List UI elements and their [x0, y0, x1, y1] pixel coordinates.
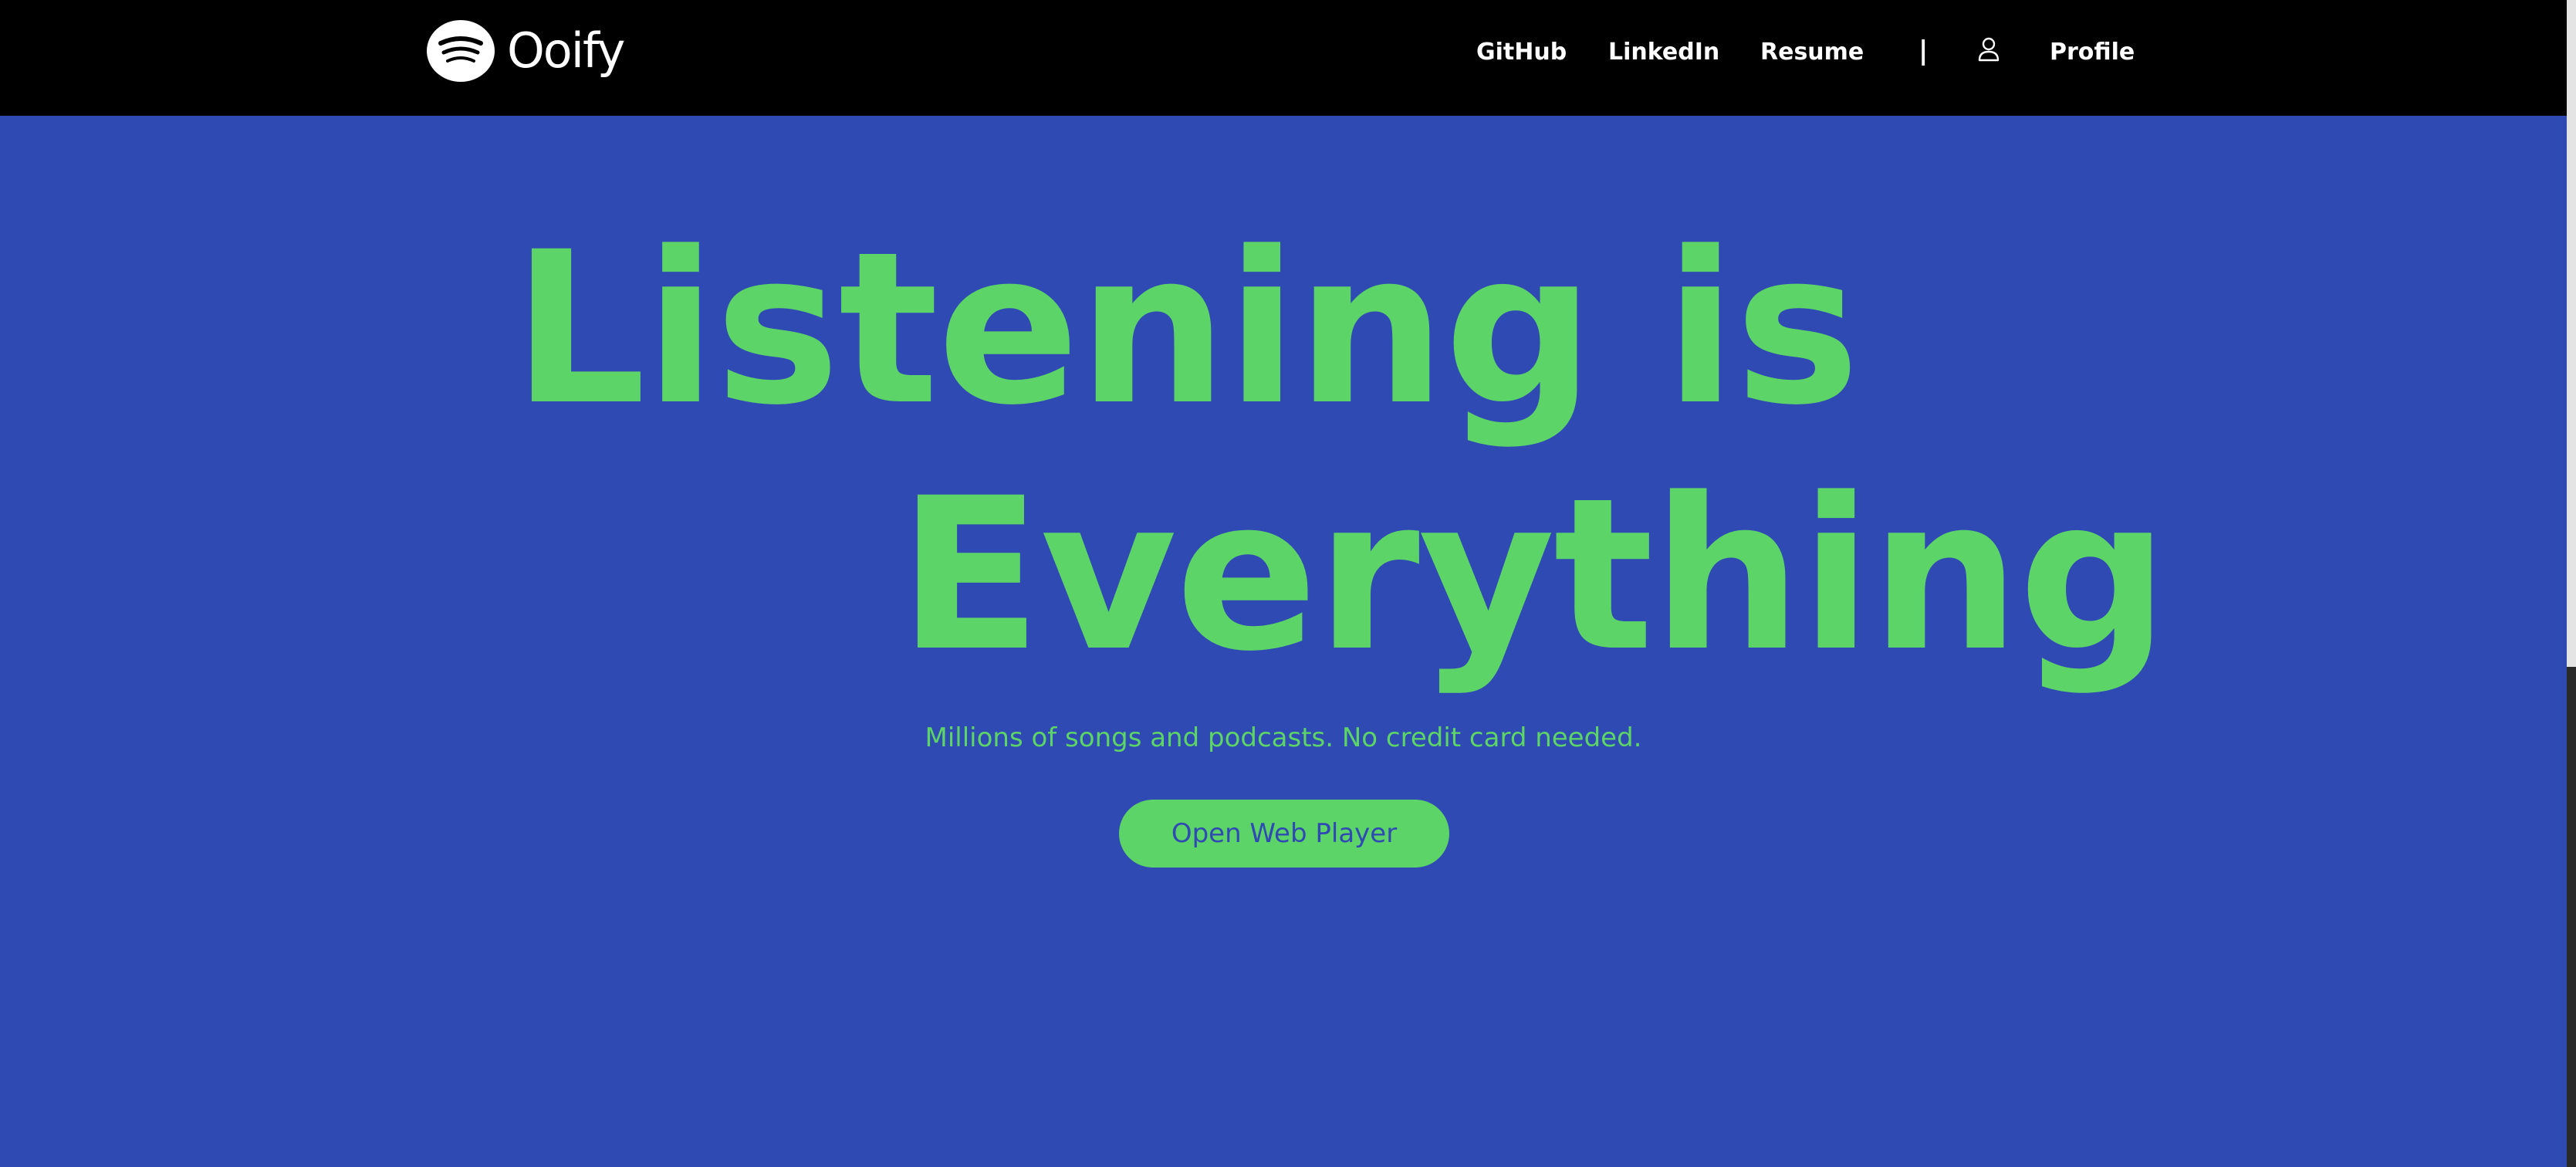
hero-headline-line1: Listening is	[512, 208, 1860, 452]
scrollbar-track[interactable]	[2567, 667, 2576, 1167]
scrollbar-thumb[interactable]	[2567, 0, 2576, 667]
ooify-logo-icon	[427, 20, 495, 82]
open-web-player-button[interactable]: Open Web Player	[1119, 800, 1449, 868]
nav-link-linkedin[interactable]: LinkedIn	[1608, 36, 1719, 69]
brand-home-link[interactable]: Ooify	[427, 20, 625, 82]
nav-link-profile[interactable]: Profile	[2050, 36, 2135, 69]
landing-page: Ooify GitHub LinkedIn Resume | Profile L…	[0, 0, 2576, 1167]
hero-headline-line2: Everything	[898, 454, 2169, 698]
user-icon[interactable]	[1977, 37, 2000, 62]
nav-link-github[interactable]: GitHub	[1476, 36, 1567, 69]
brand-name: Ooify	[507, 22, 625, 79]
nav-link-resume[interactable]: Resume	[1760, 36, 1864, 69]
top-navbar: Ooify GitHub LinkedIn Resume | Profile	[0, 0, 2576, 116]
nav-divider: |	[1918, 36, 1929, 66]
hero-tagline: Millions of songs and podcasts. No credi…	[925, 722, 1642, 753]
